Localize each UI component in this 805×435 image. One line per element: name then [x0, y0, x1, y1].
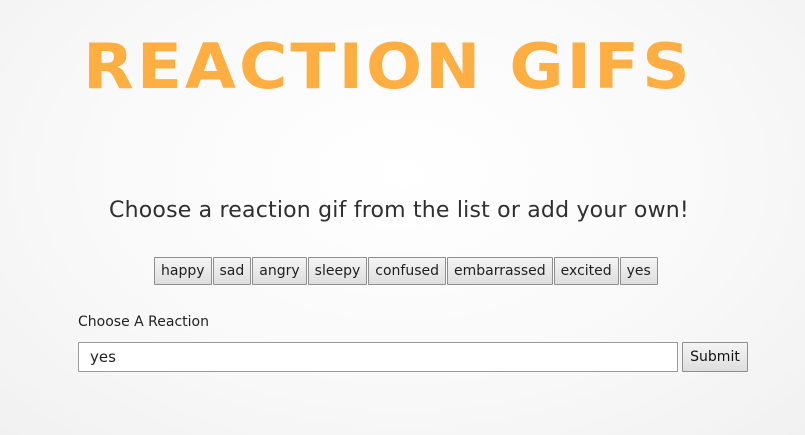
reaction-button-row: happy sad angry sleepy confused embarras… — [154, 257, 658, 285]
reaction-field-label: Choose A Reaction — [78, 314, 209, 330]
page-title: REACTION GIFS — [83, 30, 693, 104]
reaction-button-angry[interactable]: angry — [252, 257, 307, 285]
reaction-button-sleepy[interactable]: sleepy — [307, 257, 368, 285]
reaction-button-excited[interactable]: excited — [553, 257, 619, 285]
submit-button[interactable]: Submit — [682, 342, 748, 372]
reaction-button-embarrassed[interactable]: embarrassed — [447, 257, 553, 285]
page-subtitle: Choose a reaction gif from the list or a… — [109, 198, 689, 223]
reaction-button-sad[interactable]: sad — [212, 257, 252, 285]
reaction-input[interactable] — [78, 342, 678, 372]
reaction-button-confused[interactable]: confused — [368, 257, 446, 285]
reaction-button-yes[interactable]: yes — [619, 257, 658, 285]
reaction-button-happy[interactable]: happy — [154, 257, 212, 285]
